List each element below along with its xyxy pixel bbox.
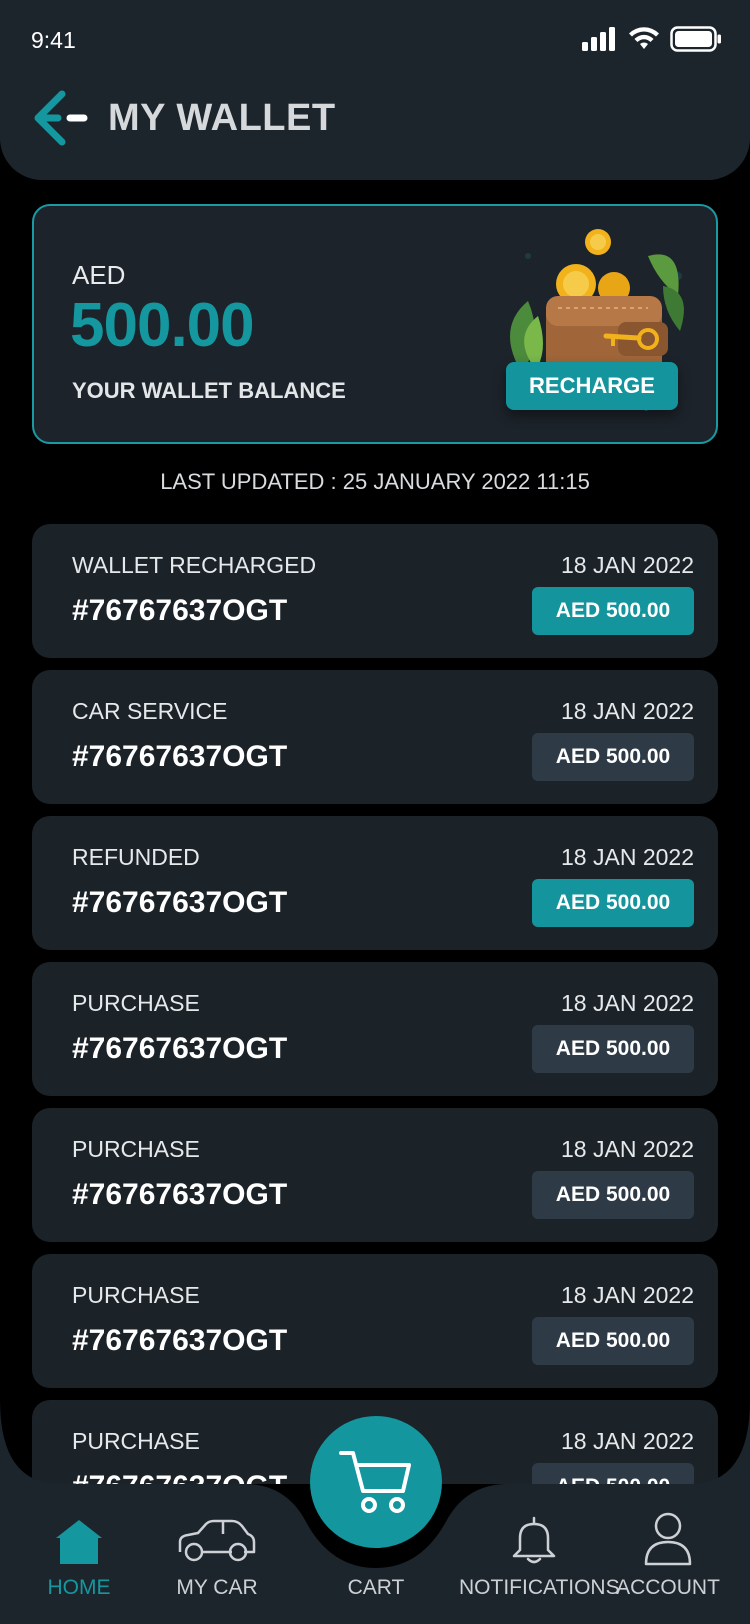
transaction-id: #76767637OGT xyxy=(72,886,288,919)
transaction-amount-badge: AED 500.00 xyxy=(532,1317,694,1365)
signal-icon xyxy=(582,27,615,51)
nav-cart-label: CART xyxy=(347,1576,405,1599)
nav-account[interactable]: ACCOUNT xyxy=(614,1510,722,1600)
page-title: MY WALLET xyxy=(108,97,336,139)
nav-my-car[interactable]: MY CAR xyxy=(172,1518,262,1600)
transaction-card[interactable]: PURCHASE #76767637OGT 18 JAN 2022 AED 50… xyxy=(32,962,718,1096)
battery-icon xyxy=(670,26,721,52)
nav-home[interactable]: HOME xyxy=(40,1518,118,1600)
transaction-list: WALLET RECHARGED #76767637OGT 18 JAN 202… xyxy=(32,524,718,1484)
balance-label: YOUR WALLET BALANCE xyxy=(72,378,346,403)
transaction-amount-badge: AED 500.00 xyxy=(532,1025,694,1073)
bell-icon xyxy=(512,1516,556,1564)
transaction-date: 18 JAN 2022 xyxy=(561,1136,694,1162)
transaction-id: #76767637OGT xyxy=(72,1324,288,1357)
transaction-date: 18 JAN 2022 xyxy=(561,1282,694,1308)
balance-amount: 500.00 xyxy=(70,291,255,360)
transaction-card[interactable]: REFUNDED #76767637OGT 18 JAN 2022 AED 50… xyxy=(32,816,718,950)
transaction-type: PURCHASE xyxy=(72,1136,200,1162)
transaction-id: #76767637OGT xyxy=(72,594,288,627)
wifi-icon xyxy=(629,27,659,49)
transaction-type: WALLET RECHARGED xyxy=(72,552,317,578)
nav-account-label: ACCOUNT xyxy=(616,1576,720,1599)
transaction-date: 18 JAN 2022 xyxy=(561,844,694,870)
home-icon xyxy=(56,1520,102,1564)
nav-my-car-label: MY CAR xyxy=(176,1576,258,1599)
status-time: 9:41 xyxy=(31,27,76,53)
car-icon xyxy=(178,1519,256,1562)
balance-currency: AED xyxy=(72,260,126,290)
transaction-amount-badge: AED 500.00 xyxy=(532,1171,694,1219)
app-header: 9:41 MY WALLET xyxy=(0,0,750,180)
transaction-type: CAR SERVICE xyxy=(72,698,228,724)
last-updated-text: LAST UPDATED : 25 JANUARY 2022 11:15 xyxy=(160,469,590,494)
nav-cart[interactable]: CART xyxy=(336,1576,416,1600)
transaction-card[interactable]: PURCHASE #76767637OGT 18 JAN 2022 AED 50… xyxy=(32,1254,718,1388)
back-button[interactable] xyxy=(32,90,90,146)
transaction-amount-badge: AED 500.00 xyxy=(532,587,694,635)
transaction-id: #76767637OGT xyxy=(72,1032,288,1065)
user-icon xyxy=(644,1512,692,1566)
nav-notifications-label: NOTIFICATIONS xyxy=(459,1576,620,1599)
cart-button[interactable] xyxy=(310,1416,442,1548)
wallet-balance-card: AED 500.00 YOUR WALLET BALANCE RECHARGE xyxy=(32,204,718,444)
transaction-type: PURCHASE xyxy=(72,1282,200,1308)
transaction-card[interactable]: CAR SERVICE #76767637OGT 18 JAN 2022 AED… xyxy=(32,670,718,804)
arrow-left-icon xyxy=(34,90,88,146)
transaction-amount-badge: AED 500.00 xyxy=(532,879,694,927)
recharge-button[interactable]: RECHARGE xyxy=(506,362,678,410)
transaction-id: #76767637OGT xyxy=(72,1178,288,1211)
nav-notifications[interactable]: NOTIFICATIONS xyxy=(459,1514,620,1600)
nav-home-label: HOME xyxy=(47,1576,111,1599)
transaction-card[interactable]: PURCHASE #76767637OGT 18 JAN 2022 AED 50… xyxy=(32,1108,718,1242)
cart-icon xyxy=(339,1451,411,1513)
transaction-date: 18 JAN 2022 xyxy=(561,698,694,724)
transaction-amount-badge: AED 500.00 xyxy=(532,733,694,781)
transaction-card[interactable]: WALLET RECHARGED #76767637OGT 18 JAN 202… xyxy=(32,524,718,658)
transaction-date: 18 JAN 2022 xyxy=(561,990,694,1016)
status-icons xyxy=(582,26,722,52)
transaction-date: 18 JAN 2022 xyxy=(561,552,694,578)
transaction-id: #76767637OGT xyxy=(72,740,288,773)
transaction-type: REFUNDED xyxy=(72,844,200,870)
transaction-type: PURCHASE xyxy=(72,990,200,1016)
